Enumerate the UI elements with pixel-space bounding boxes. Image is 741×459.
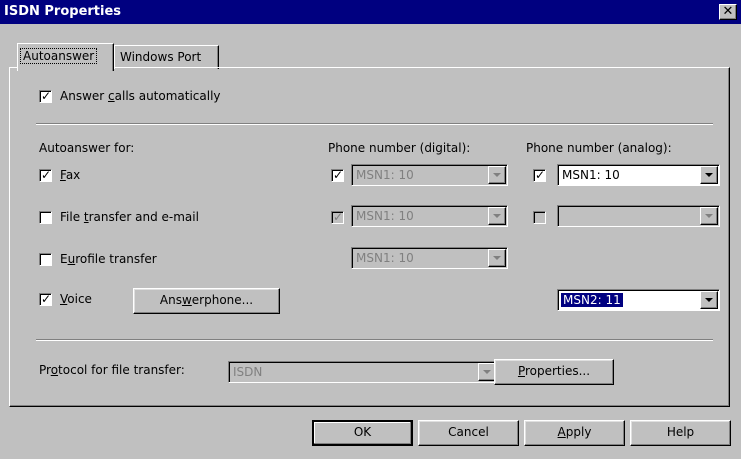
checkmark-icon: ✓ xyxy=(41,89,52,103)
label-part: tocol for file transfer: xyxy=(58,363,185,377)
dropdown-arrow-button[interactable] xyxy=(700,166,718,184)
dropdown-arrow-button[interactable] xyxy=(700,291,718,309)
cancel-label: Cancel xyxy=(448,425,489,439)
eurofile-label: Eurofile transfer xyxy=(60,252,157,266)
help-button[interactable]: Help xyxy=(630,420,731,446)
voice-analog-value: MSN2: 11 xyxy=(561,293,623,307)
analog-number-heading: Phone number (analog): xyxy=(526,141,672,155)
fax-analog-combo[interactable]: MSN1: 10 xyxy=(557,164,720,186)
fax-label: Fax xyxy=(60,168,80,182)
label-part: File xyxy=(60,210,84,224)
answerphone-button[interactable]: Answerphone... xyxy=(133,288,280,314)
tab-autoanswer-label: Autoanswer xyxy=(20,48,98,64)
close-icon: ✕ xyxy=(722,4,734,19)
file-transfer-digital-value: MSN1: 10 xyxy=(356,209,414,223)
chevron-down-icon xyxy=(705,173,713,177)
label-part: E xyxy=(60,252,68,266)
checkmark-icon: ✓ xyxy=(333,210,344,224)
label-part: rofile transfer xyxy=(75,252,157,266)
dropdown-arrow-button[interactable] xyxy=(488,166,506,184)
apply-button[interactable]: Apply xyxy=(524,420,625,446)
tab-autoanswer[interactable]: Autoanswer xyxy=(17,43,114,71)
label-part: oice xyxy=(67,292,92,306)
checkmark-icon: ✓ xyxy=(41,168,52,182)
voice-checkbox[interactable]: ✓ xyxy=(39,292,52,306)
cancel-button[interactable]: Cancel xyxy=(418,420,519,446)
voice-label: Voice xyxy=(60,292,92,306)
chevron-down-icon xyxy=(483,370,491,374)
autoanswer-for-heading: Autoanswer for: xyxy=(39,141,135,155)
help-label: Help xyxy=(666,425,695,439)
label-part: erphone... xyxy=(191,293,254,307)
divider xyxy=(36,123,713,125)
file-transfer-digital-checkbox[interactable]: ✓ xyxy=(331,210,344,224)
autoanswer-panel: ✓ Answer calls automatically Autoanswer … xyxy=(9,67,730,407)
answer-calls-checkbox[interactable]: ✓ xyxy=(39,89,52,103)
accelerator-key: o xyxy=(50,363,59,377)
file-transfer-label: File transfer and e-mail xyxy=(60,210,199,224)
accelerator-key: P xyxy=(517,364,525,378)
checkmark-icon: ✓ xyxy=(41,292,52,306)
label-part: ransfer and e-mail xyxy=(88,210,199,224)
label-part: Ans xyxy=(159,293,182,307)
tab-windows-port[interactable]: Windows Port xyxy=(114,45,219,69)
label-part: roperties... xyxy=(524,364,591,378)
chevron-down-icon xyxy=(705,298,713,302)
file-transfer-analog-combo[interactable] xyxy=(557,205,720,227)
label-part: Pr xyxy=(39,363,51,377)
fax-digital-checkbox[interactable]: ✓ xyxy=(331,168,344,182)
fax-checkbox[interactable]: ✓ xyxy=(39,168,52,182)
accelerator-key: w xyxy=(181,293,192,307)
chevron-down-icon xyxy=(705,214,713,218)
label-part: alls automatically xyxy=(114,89,221,103)
fax-digital-combo[interactable]: MSN1: 10 xyxy=(351,164,508,186)
label-part: ax xyxy=(65,168,81,182)
accelerator-key: A xyxy=(557,425,566,439)
fax-digital-value: MSN1: 10 xyxy=(356,168,414,182)
fax-analog-value: MSN1: 10 xyxy=(562,168,620,182)
protocol-label: Protocol for file transfer: xyxy=(39,363,185,377)
checkmark-icon: ✓ xyxy=(535,168,546,182)
title-bar: ISDN Properties ✕ xyxy=(0,0,741,24)
digital-number-heading: Phone number (digital): xyxy=(328,141,471,155)
protocol-combo[interactable]: ISDN xyxy=(228,361,498,383)
file-transfer-digital-combo[interactable]: MSN1: 10 xyxy=(351,205,508,227)
eurofile-digital-value: MSN1: 10 xyxy=(356,251,414,265)
dropdown-arrow-button[interactable] xyxy=(488,249,506,267)
divider xyxy=(36,339,713,341)
dropdown-arrow-button[interactable] xyxy=(700,207,718,225)
fax-analog-checkbox[interactable]: ✓ xyxy=(533,168,546,182)
file-transfer-checkbox[interactable] xyxy=(39,211,52,224)
ok-label: OK xyxy=(353,425,372,439)
close-button[interactable]: ✕ xyxy=(719,4,737,20)
chevron-down-icon xyxy=(493,214,501,218)
eurofile-checkbox[interactable] xyxy=(39,253,52,266)
label-part: pply xyxy=(565,425,592,439)
chevron-down-icon xyxy=(493,256,501,260)
label-part: Answer xyxy=(60,89,109,103)
ok-button[interactable]: OK xyxy=(312,420,413,446)
properties-button[interactable]: Properties... xyxy=(494,359,614,385)
window-title: ISDN Properties xyxy=(4,4,122,19)
checkmark-icon: ✓ xyxy=(333,168,344,182)
isdn-properties-dialog: ISDN Properties ✕ Autoanswer Windows Por… xyxy=(0,0,741,459)
protocol-value: ISDN xyxy=(233,365,263,379)
tab-windows-port-label: Windows Port xyxy=(120,50,202,64)
eurofile-digital-combo[interactable]: MSN1: 10 xyxy=(351,247,508,269)
accelerator-key: c xyxy=(108,89,115,103)
voice-analog-combo[interactable]: MSN2: 11 xyxy=(557,289,720,311)
dropdown-arrow-button[interactable] xyxy=(488,207,506,225)
chevron-down-icon xyxy=(493,173,501,177)
answer-calls-label: Answer calls automatically xyxy=(60,89,221,103)
file-transfer-analog-checkbox[interactable] xyxy=(533,211,546,224)
